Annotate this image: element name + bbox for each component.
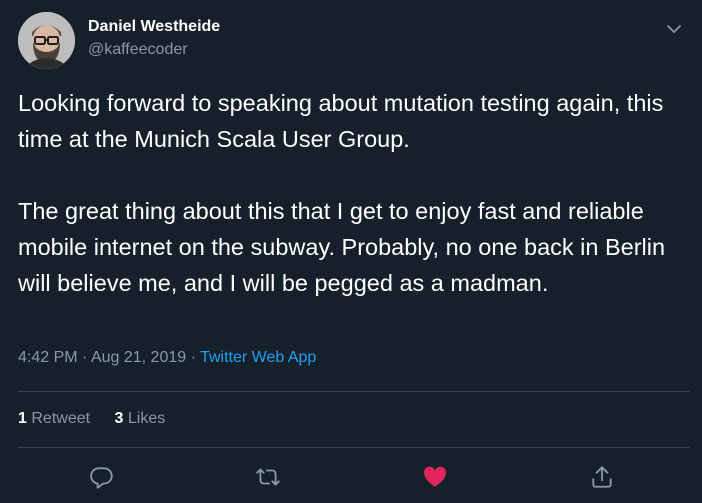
user-handle[interactable]: @kaffeecoder <box>88 41 188 59</box>
avatar-image <box>18 12 75 69</box>
more-options-button[interactable] <box>663 18 685 40</box>
meta-separator: · <box>82 349 88 366</box>
tweet-paragraph: The great thing about this that I get to… <box>18 198 666 296</box>
retweets-stat[interactable]: 1 Retweet <box>18 410 90 427</box>
divider <box>18 447 690 448</box>
share-icon <box>592 466 612 488</box>
retweet-button[interactable] <box>255 464 281 490</box>
tweet-meta: 4:42 PM · Aug 21, 2019 · Twitter Web App <box>18 349 316 367</box>
likes-count: 3 <box>114 410 124 427</box>
heart-icon <box>424 466 446 487</box>
tweet-date[interactable]: Aug 21, 2019 <box>91 349 186 366</box>
display-name[interactable]: Daniel Westheide <box>88 18 220 36</box>
likes-label: Likes <box>127 410 166 427</box>
chevron-down-icon <box>667 25 681 33</box>
retweets-count: 1 <box>18 410 27 427</box>
tweet-source-link[interactable]: Twitter Web App <box>200 349 316 366</box>
reply-button[interactable] <box>89 464 115 490</box>
retweet-icon <box>256 468 280 486</box>
share-button[interactable] <box>589 464 615 490</box>
like-button[interactable] <box>422 464 448 490</box>
reply-icon <box>90 467 113 489</box>
tweet-card: Daniel Westheide @kaffeecoder Looking fo… <box>0 0 702 503</box>
tweet-time[interactable]: 4:42 PM <box>18 349 78 366</box>
divider <box>18 391 690 392</box>
avatar[interactable] <box>18 12 75 69</box>
likes-stat[interactable]: 3 Likes <box>115 410 166 427</box>
meta-separator: · <box>190 349 196 366</box>
tweet-paragraph: Looking forward to speaking about mutati… <box>18 90 664 152</box>
retweets-label: Retweet <box>31 410 91 427</box>
tweet-stats: 1 Retweet 3 Likes <box>18 410 165 428</box>
tweet-text: Looking forward to speaking about mutati… <box>18 85 688 301</box>
